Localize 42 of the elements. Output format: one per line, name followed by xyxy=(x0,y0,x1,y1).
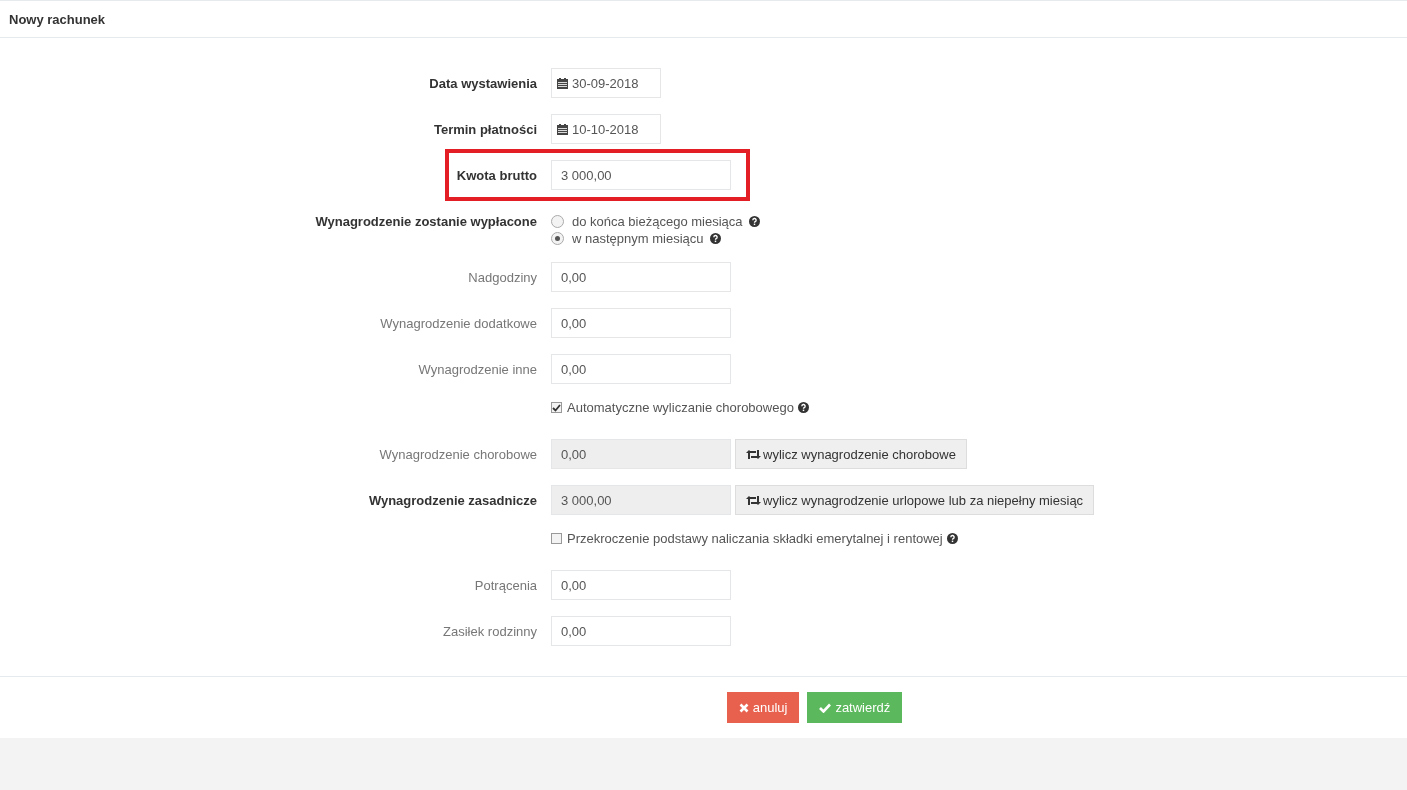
radio-button[interactable] xyxy=(551,232,564,245)
help-icon[interactable] xyxy=(709,233,721,244)
option-label: do końca bieżącego miesiąca xyxy=(572,214,743,229)
input-field[interactable]: 3 000,00 xyxy=(551,485,731,515)
input-field[interactable]: 3 000,00 xyxy=(551,160,731,190)
input-field[interactable]: 0,00 xyxy=(551,262,731,292)
field-label: Potrącenia xyxy=(474,577,537,593)
calculate-button[interactable]: wylicz wynagrodzenie chorobowe xyxy=(735,439,967,469)
field-label: Wynagrodzenie chorobowe xyxy=(379,446,537,462)
panel-title: Nowy rachunek xyxy=(0,0,1407,38)
field-label: Data wystawienia xyxy=(429,75,537,91)
close-icon xyxy=(738,702,749,713)
input-field[interactable]: 0,00 xyxy=(551,308,731,338)
field-label: Zasiłek rodzinny xyxy=(443,623,537,639)
input-field[interactable]: 0,00 xyxy=(551,439,731,469)
field-label: Wynagrodzenie zasadnicze xyxy=(368,492,537,508)
help-icon[interactable] xyxy=(748,216,760,227)
checkbox[interactable] xyxy=(551,402,562,413)
field-label: Kwota brutto xyxy=(456,167,537,183)
option-label: w następnym miesiącu xyxy=(572,231,704,246)
date-field[interactable]: 10-10-2018 xyxy=(551,114,661,144)
input-field[interactable]: 0,00 xyxy=(551,354,731,384)
refresh-icon xyxy=(746,448,761,460)
field-label: Termin płatności xyxy=(433,121,537,137)
help-icon[interactable] xyxy=(946,533,958,544)
calendar-icon xyxy=(557,123,568,135)
calendar-icon xyxy=(557,77,568,89)
checkbox-label: Automatyczne wyliczanie chorobowego xyxy=(567,400,794,415)
check-icon xyxy=(819,702,832,713)
help-icon[interactable] xyxy=(797,402,809,413)
checkbox-label: Przekroczenie podstawy naliczania składki emerytalnej i rentowej xyxy=(567,531,943,546)
input-field[interactable]: 0,00 xyxy=(551,616,731,646)
calculate-button[interactable]: wylicz wynagrodzenie urlopowe lub za niepełny miesiąc xyxy=(735,485,1095,515)
field-label: Nadgodziny xyxy=(468,269,537,285)
field-label: Wynagrodzenie zostanie wypłacone xyxy=(315,214,537,229)
refresh-icon xyxy=(746,494,761,506)
field-label: Wynagrodzenie inne xyxy=(418,361,537,377)
checkbox[interactable] xyxy=(551,533,562,544)
input-field[interactable]: 0,00 xyxy=(551,570,731,600)
radio-button[interactable] xyxy=(551,215,564,228)
date-field[interactable]: 30-09-2018 xyxy=(551,68,661,98)
field-label: Wynagrodzenie dodatkowe xyxy=(380,315,537,331)
